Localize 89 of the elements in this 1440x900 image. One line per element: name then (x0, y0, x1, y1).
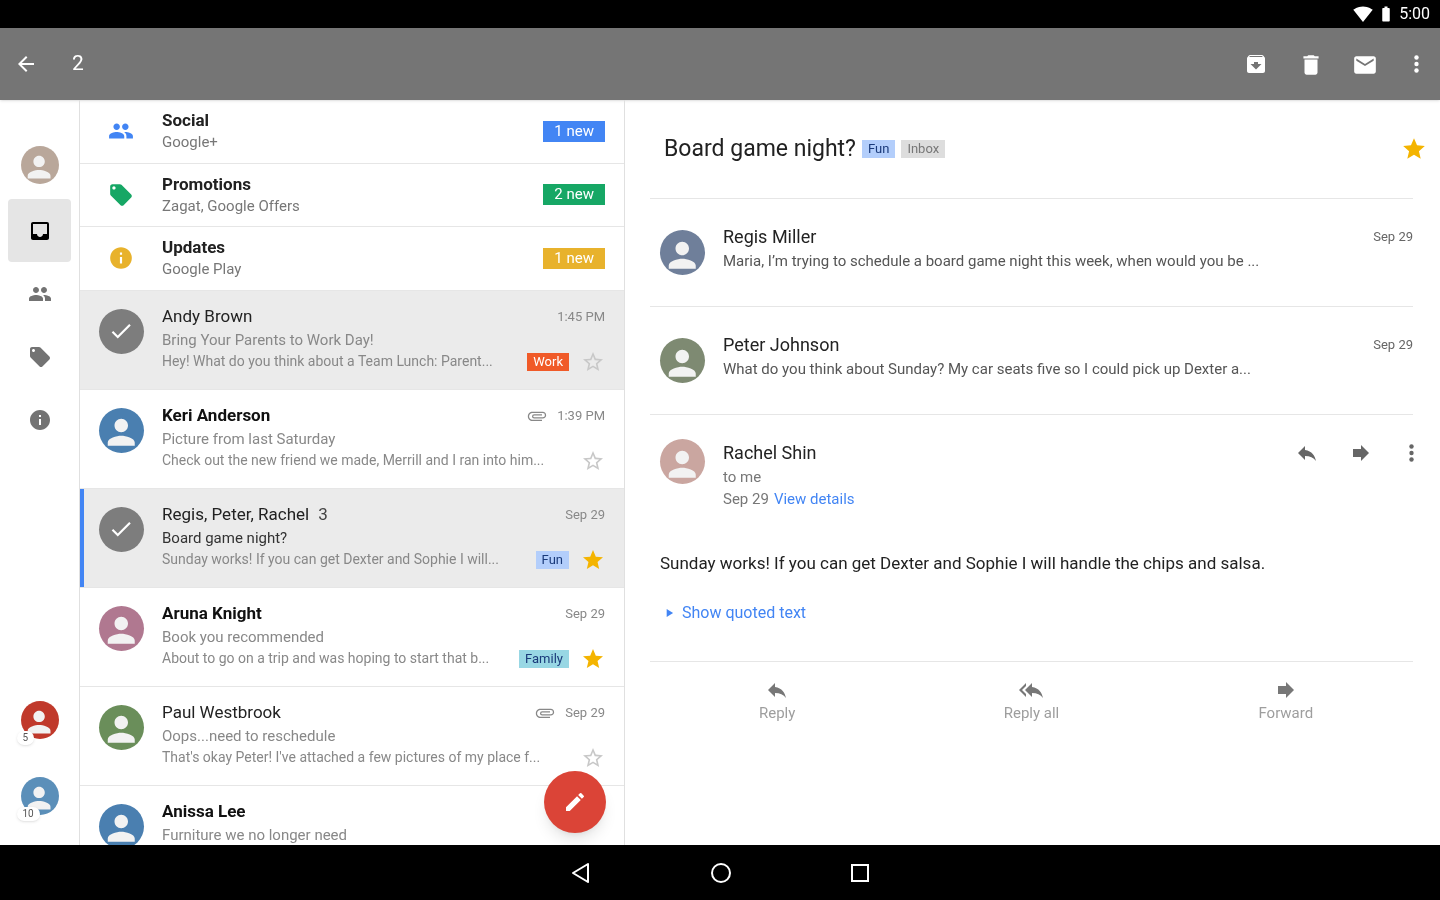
category-senders: Google+ (162, 132, 218, 154)
label-tag: Fun (862, 140, 896, 158)
pencil-icon (563, 790, 587, 814)
labels-icon (27, 344, 52, 369)
back-nav-icon[interactable] (570, 861, 592, 884)
show-quoted-text-link[interactable]: Show quoted text (662, 600, 807, 625)
inbox-nav-button[interactable] (8, 199, 71, 262)
label-tag: Inbox (901, 140, 946, 158)
message-count: 3 (318, 502, 328, 526)
email-snippet: Hey! What do you think about a Team Lunch: Parent... (162, 352, 494, 371)
avatar (660, 439, 705, 484)
sender-name: Peter Johnson (723, 332, 840, 357)
sender-name: Regis, Peter, Rachel (162, 502, 310, 526)
avatar (98, 704, 144, 750)
avatar (20, 701, 59, 739)
check-icon[interactable] (98, 506, 144, 552)
unread-count: 10 (16, 807, 40, 821)
email-row[interactable]: Andy Brown 1:45 PM Bring Your Parents to Work Day! Hey! What do you think about a Team Lunch: Parent... Work (80, 290, 624, 390)
email-snippet: That's okay Peter! I've attached a few pictures of my place f... (162, 748, 542, 767)
category-row[interactable]: Updates Google Play 1 new (80, 227, 624, 291)
sender-name: Andy Brown (162, 304, 253, 328)
email-subject: Book you recommended (162, 626, 326, 648)
new-count: 1 new (543, 247, 605, 269)
category-row[interactable]: Promotions Zagat, Google Offers 2 new (80, 163, 624, 227)
email-snippet: Check out the new friend we made, Merrill and I ran into him... (162, 451, 546, 470)
category-senders: Google Play (162, 259, 242, 281)
archive-icon (1244, 52, 1268, 76)
message-row[interactable]: Peter Johnson Sep 29 What do you think about Sunday? My car seats five so I could pick up Dexter a... (650, 307, 1413, 415)
email-subject: Oops...need to reschedule (162, 725, 337, 747)
email-subject: Picture from last Saturday (162, 428, 337, 450)
message-row[interactable]: Regis Miller Sep 29 Maria, I’m trying to schedule a board game night this week, when would you be ... (650, 199, 1413, 307)
category-title: Updates (162, 236, 227, 259)
recents-nav-icon[interactable] (850, 862, 870, 883)
tag-icon (108, 181, 134, 208)
archive-button[interactable] (1244, 52, 1268, 76)
new-count: 1 new (543, 120, 605, 142)
star-button[interactable] (1401, 136, 1427, 162)
sender-name: Regis Miller (723, 224, 817, 249)
sender-name: Keri Anderson (162, 403, 271, 427)
avatar (98, 605, 144, 651)
category-row[interactable]: Social Google+ 1 new (80, 100, 624, 164)
avatar (20, 777, 59, 815)
label-tag: Family (519, 649, 569, 668)
star-icon (1401, 136, 1427, 162)
email-subject: Board game night? (162, 527, 289, 549)
email-snippet: Sunday works! If you can get Dexter and Sophie I will... (162, 550, 500, 569)
avatar (660, 338, 705, 383)
view-details-link[interactable]: View details (773, 488, 855, 510)
info-icon (108, 245, 134, 272)
email-row[interactable]: Regis, Peter, Rachel 3 Sep 29 Board game night? Sunday works! If you can get Dexter and Sophie I will... Fun (80, 488, 624, 588)
sender-name: Aruna Knight (162, 601, 262, 625)
sender-name: Anissa Lee (162, 799, 246, 823)
message-date: Sep 29 (1373, 227, 1413, 246)
email-time: Sep 29 (565, 703, 605, 722)
home-nav-icon[interactable] (710, 861, 732, 884)
message-snippet: Maria, I’m trying to schedule a board game night this week, when would you be ... (723, 250, 1261, 272)
email-time: 1:45 PM (557, 307, 605, 326)
email-time: 1:39 PM (557, 406, 605, 425)
recipient-text: to me (723, 467, 763, 488)
unread-count: 5 (16, 731, 35, 745)
wifi-icon (1353, 4, 1374, 24)
info-icon (27, 407, 52, 432)
email-subject: Bring Your Parents to Work Day! (162, 329, 375, 351)
more-icon (1408, 443, 1414, 462)
thread-title: Board game night? (664, 133, 856, 164)
category-senders: Zagat, Google Offers (162, 195, 300, 217)
category-title: Social (162, 109, 210, 132)
new-count: 2 new (543, 184, 605, 206)
sender-name: Rachel Shin (723, 441, 817, 465)
message-date: Sep 29 (723, 489, 769, 510)
message-snippet: What do you think about Sunday? My car seats five so I could pick up Dexter a... (723, 358, 1252, 380)
more-icon (1413, 55, 1419, 73)
check-icon[interactable] (98, 308, 144, 354)
avatar (20, 146, 59, 184)
avatar (98, 407, 144, 453)
email-snippet: About to go on a trip and was hoping to start that b... (162, 649, 491, 668)
clock-time: 5:00 (1399, 3, 1430, 25)
message-date: Sep 29 (1373, 335, 1413, 354)
avatar (660, 230, 705, 275)
category-title: Promotions (162, 172, 252, 195)
email-subject: Furniture we no longer need (162, 824, 349, 845)
selected-count: 2 (72, 50, 84, 78)
sender-name: Paul Westbrook (162, 700, 281, 724)
message-body: Sunday works! If you can get Dexter and Sophie I will handle the chips and salsa. (660, 552, 1267, 575)
avatar (98, 803, 144, 845)
email-time: Sep 29 (565, 604, 605, 623)
label-tag: Fun (535, 550, 569, 569)
label-tag: Work (527, 352, 569, 371)
email-time: Sep 29 (565, 505, 605, 524)
